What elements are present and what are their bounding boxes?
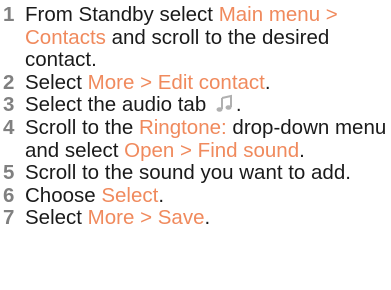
menu-path-highlight: Select [101,183,159,207]
step-number: 3 [3,93,15,117]
menu-path-highlight: More > Save [87,206,205,230]
step-number: 6 [3,183,15,207]
step-text-part: Select [25,70,88,94]
field-name-highlight: Ringtone: [138,115,227,139]
step-text: Select More > Save. [25,207,391,230]
music-note-icon [213,94,236,115]
step-number: 7 [3,206,15,230]
step-5: 5 Scroll to the sound you want to add. [0,161,391,185]
step-text-part: Select the audio tab [25,93,207,117]
step-number: 5 [3,161,15,185]
step-text-part: . [235,93,242,117]
instruction-steps: 1 From Standby select Main menu > Contac… [0,3,391,230]
step-text-part: Scroll to the sound you want to add. [25,161,351,185]
step-7: 7 Select More > Save. [0,207,391,230]
step-number: 1 [3,3,15,26]
step-text-part: . [204,206,211,230]
step-text: Choose Select. [25,183,391,208]
step-text-part: From Standby select [25,3,219,26]
step-number: 4 [3,115,15,139]
step-4: 4 Scroll to the Ringtone: drop-down menu… [0,115,391,162]
step-text: Scroll to the Ringtone: drop-down menu a… [25,115,391,162]
step-number: 2 [3,70,15,94]
step-3: 3 Select the audio tab . [0,94,391,117]
step-2: 2 Select More > Edit contact. [0,70,391,95]
step-text: Select the audio tab . [25,94,391,117]
step-1: 1 From Standby select Main menu > Contac… [0,3,391,72]
step-text: Scroll to the sound you want to add. [25,161,391,185]
step-text-part: . [264,70,271,94]
step-text-part: Scroll to the [25,115,139,139]
step-text: From Standby select Main menu > Contacts… [25,3,391,72]
menu-path-highlight: More > Edit contact [87,70,265,94]
step-text-part: . [158,183,165,207]
step-text-part: Select [25,206,88,230]
step-text: Select More > Edit contact. [25,70,391,95]
step-text-part: Choose [25,183,102,207]
menu-path-highlight: Open > Find sound [124,138,300,162]
step-6: 6 Choose Select. [0,183,391,208]
step-text-part: . [299,138,305,162]
